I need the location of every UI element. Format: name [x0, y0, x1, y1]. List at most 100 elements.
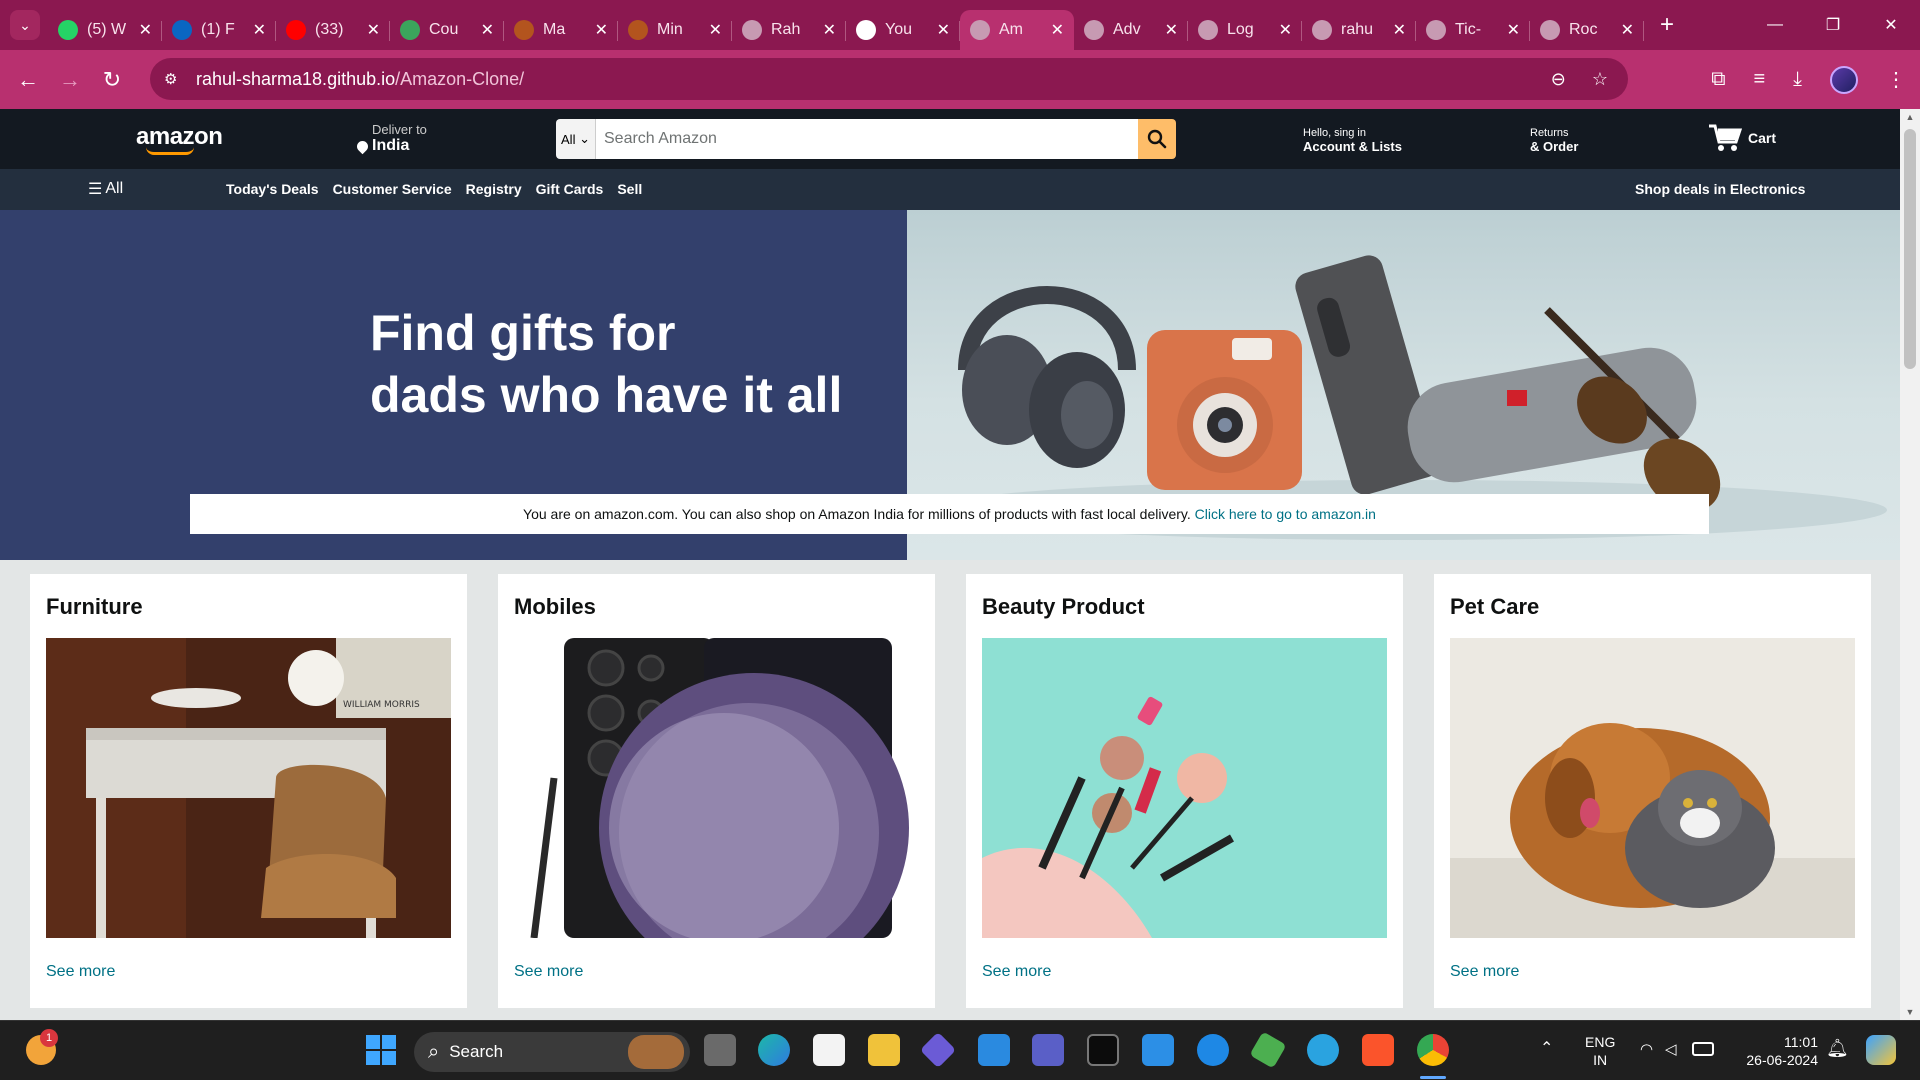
forward-button[interactable]: →: [49, 67, 91, 93]
tab-10[interactable]: Log ✕: [1188, 10, 1302, 50]
all-menu-button[interactable]: ☰ All: [88, 179, 123, 199]
tab-close-icon[interactable]: ✕: [595, 20, 608, 40]
brave-icon[interactable]: [1362, 1034, 1394, 1066]
tab-12[interactable]: Tic- ✕: [1416, 10, 1530, 50]
hero-banner[interactable]: Find gifts for dads who have it all You …: [0, 210, 1900, 560]
clock[interactable]: 11:01 26-06-2024: [1738, 1033, 1818, 1069]
vscode-icon[interactable]: [978, 1034, 1010, 1066]
mobiles-image[interactable]: [514, 638, 919, 938]
amazon-logo[interactable]: amazon: [136, 123, 223, 155]
tab-1[interactable]: (1) F ✕: [162, 10, 276, 50]
start-button[interactable]: [366, 1035, 396, 1070]
site-info-icon[interactable]: ⚙: [164, 70, 184, 88]
search-category-select[interactable]: All ⌄: [556, 119, 596, 159]
tab-close-icon[interactable]: ✕: [481, 20, 494, 40]
subnav-link[interactable]: Sell: [617, 181, 642, 197]
mail-icon[interactable]: [1142, 1034, 1174, 1066]
profile-avatar[interactable]: [1830, 65, 1858, 94]
returns-orders[interactable]: Returns & Order: [1530, 127, 1578, 154]
teams-icon[interactable]: [1032, 1034, 1064, 1066]
card-beauty[interactable]: Beauty Product See more: [966, 574, 1403, 1008]
tab-2[interactable]: (33) ✕: [276, 10, 390, 50]
tab-close-icon[interactable]: ✕: [1621, 20, 1634, 40]
tab-13[interactable]: Roc ✕: [1530, 10, 1644, 50]
tab-close-icon[interactable]: ✕: [1507, 20, 1520, 40]
tab-close-icon[interactable]: ✕: [1165, 20, 1178, 40]
card-mobiles[interactable]: Mobiles See more: [498, 574, 935, 1008]
tab-search-button[interactable]: ⌄: [10, 10, 40, 40]
browser-menu-icon[interactable]: ⋮: [1886, 67, 1906, 92]
new-tab-button[interactable]: +: [1660, 11, 1674, 39]
download-icon[interactable]: ⤓: [1793, 68, 1802, 91]
store-icon[interactable]: [813, 1034, 845, 1066]
subnav-link[interactable]: Registry: [466, 181, 522, 197]
battery-icon[interactable]: [1692, 1042, 1714, 1056]
subnav-link[interactable]: Customer Service: [333, 181, 452, 197]
media-control-icon[interactable]: ≡: [1753, 68, 1765, 91]
telegram-icon[interactable]: [1307, 1034, 1339, 1066]
teamviewer-icon[interactable]: [1197, 1034, 1229, 1066]
cart[interactable]: Cart: [1708, 123, 1776, 153]
tab-9[interactable]: Adv ✕: [1074, 10, 1188, 50]
tab-11[interactable]: rahu ✕: [1302, 10, 1416, 50]
minimize-icon[interactable]: —: [1746, 16, 1804, 34]
tab-close-icon[interactable]: ✕: [253, 20, 266, 40]
address-bar[interactable]: ⚙ rahul-sharma18.github.io/Amazon-Clone/…: [150, 58, 1628, 100]
see-more-link[interactable]: See more: [1450, 963, 1519, 981]
tab-close-icon[interactable]: ✕: [937, 20, 950, 40]
tab-close-icon[interactable]: ✕: [1051, 20, 1064, 40]
terminal-icon[interactable]: [1087, 1034, 1119, 1066]
language-indicator[interactable]: ENG IN: [1585, 1033, 1615, 1069]
card-pet-care[interactable]: Pet Care See more: [1434, 574, 1871, 1008]
copilot-tray-icon[interactable]: [1866, 1035, 1896, 1065]
url-text[interactable]: rahul-sharma18.github.io/Amazon-Clone/: [196, 69, 524, 90]
extensions-icon[interactable]: ⧉: [1711, 68, 1725, 91]
tab-3[interactable]: Cou ✕: [390, 10, 504, 50]
page-scrollbar[interactable]: ▲ ▼: [1900, 109, 1920, 1020]
tab-8[interactable]: Am ✕: [960, 10, 1074, 50]
tab-4[interactable]: Ma ✕: [504, 10, 618, 50]
furniture-image[interactable]: WILLIAM MORRIS: [46, 638, 451, 938]
show-hidden-icons[interactable]: ⌃: [1540, 1040, 1553, 1058]
see-more-link[interactable]: See more: [514, 963, 583, 981]
tab-close-icon[interactable]: ✕: [139, 20, 152, 40]
volume-icon[interactable]: ◁: [1665, 1041, 1677, 1059]
deliver-to[interactable]: Deliver to India: [354, 122, 427, 155]
see-more-link[interactable]: See more: [46, 963, 115, 981]
tab-close-icon[interactable]: ✕: [367, 20, 380, 40]
scroll-up-icon[interactable]: ▲: [1900, 112, 1920, 122]
copilot-icon[interactable]: [919, 1031, 957, 1069]
search-input[interactable]: [596, 119, 1138, 159]
wifi-icon[interactable]: ◠: [1640, 1041, 1653, 1059]
nodejs-icon[interactable]: [1249, 1031, 1287, 1069]
reload-button[interactable]: ↻: [91, 67, 133, 93]
tab-0[interactable]: (5) W ✕: [48, 10, 162, 50]
scroll-down-icon[interactable]: ▼: [1900, 1007, 1920, 1017]
subnav-link[interactable]: Gift Cards: [536, 181, 604, 197]
pet-care-image[interactable]: [1450, 638, 1855, 938]
account-lists[interactable]: Hello, sing in Account & Lists: [1303, 127, 1402, 154]
file-explorer-icon[interactable]: [868, 1034, 900, 1066]
tab-close-icon[interactable]: ✕: [823, 20, 836, 40]
tab-close-icon[interactable]: ✕: [1393, 20, 1406, 40]
edge-icon[interactable]: [758, 1034, 790, 1066]
shop-electronics-link[interactable]: Shop deals in Electronics: [1635, 181, 1805, 197]
tab-close-icon[interactable]: ✕: [709, 20, 722, 40]
tab-7[interactable]: You ✕: [846, 10, 960, 50]
search-button[interactable]: [1138, 119, 1176, 159]
bookmark-star-icon[interactable]: ☆: [1592, 69, 1608, 90]
amazon-india-link[interactable]: Click here to go to amazon.in: [1195, 506, 1376, 522]
taskbar-search[interactable]: ⌕ Search: [414, 1032, 690, 1072]
zoom-icon[interactable]: ⊖: [1551, 69, 1566, 90]
tab-6[interactable]: Rah ✕: [732, 10, 846, 50]
back-button[interactable]: ←: [7, 67, 49, 93]
chrome-icon[interactable]: [1417, 1034, 1449, 1066]
task-view-icon[interactable]: [704, 1034, 736, 1066]
notifications-bell-icon[interactable]: 🔔︎: [1826, 1039, 1849, 1057]
beauty-image[interactable]: [982, 638, 1387, 938]
see-more-link[interactable]: See more: [982, 963, 1051, 981]
scroll-thumb[interactable]: [1904, 129, 1916, 369]
close-window-icon[interactable]: ✕: [1862, 15, 1920, 35]
restore-icon[interactable]: ❐: [1804, 15, 1862, 35]
card-furniture[interactable]: Furniture WILLIAM MORRIS See more: [30, 574, 467, 1008]
